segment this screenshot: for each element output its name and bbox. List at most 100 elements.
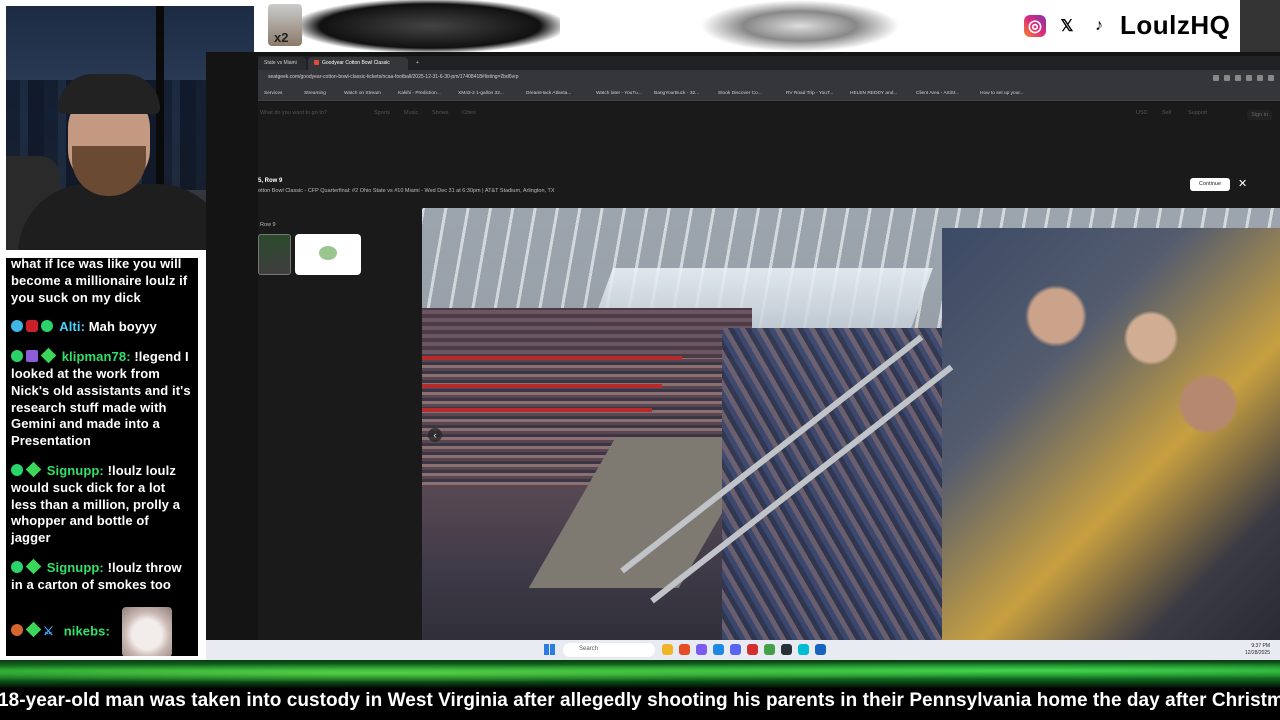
taskbar-apps — [662, 644, 826, 655]
continue-button[interactable]: Continue — [1190, 178, 1230, 191]
mod-badge-icon — [11, 463, 23, 476]
view-thumbnail-stadium[interactable] — [258, 234, 291, 275]
chat-message: ⚔ nikebs: — [11, 606, 192, 656]
mod-badge-icon — [11, 560, 23, 573]
chat-message: Signupp: !loulz throw in a carton of smo… — [11, 558, 192, 594]
bookmark[interactable]: Stook Discover Co... — [718, 91, 762, 96]
streamer-body — [18, 184, 228, 250]
chat-username[interactable]: Signupp: — [47, 463, 104, 478]
nav-shows[interactable]: Shows — [432, 110, 449, 116]
stream-layout: x2 ◎ 𝕏 ♪ LoulzHQ what if Ice was like yo… — [0, 0, 1280, 720]
app-icon[interactable] — [747, 644, 758, 655]
chat-message: what if Ice was like you will become a m… — [11, 256, 192, 306]
nav-support[interactable]: Support — [1188, 110, 1207, 116]
extension-icon[interactable] — [1224, 75, 1230, 81]
chat-username[interactable]: Signupp: — [47, 560, 104, 575]
extension-icons — [1213, 75, 1274, 81]
taskbar-search[interactable]: Search — [563, 643, 655, 657]
founder-badge-icon — [11, 623, 23, 636]
address-row: seatgeek.com/goodyear-cotton-bowl-classi… — [258, 70, 1280, 88]
cat-emote-icon — [121, 606, 172, 656]
chat-message: Signupp: !loulz loulz would suck dick fo… — [11, 461, 192, 547]
diamond-badge-icon — [25, 621, 42, 638]
diamond-badge-icon — [25, 461, 42, 478]
instagram-icon: ◎ — [1024, 14, 1046, 37]
bookmark[interactable]: HELEN REDDY and... — [850, 91, 897, 96]
close-icon[interactable]: ✕ — [1238, 177, 1247, 190]
discord-icon[interactable] — [730, 644, 741, 655]
chat-username[interactable]: nikebs: — [64, 623, 110, 638]
bookmark[interactable]: Watch later - YouTu... — [596, 91, 642, 96]
brand-name: LoulzHQ — [1120, 10, 1231, 40]
chat-message: klipman78: !legend I looked at the work … — [11, 347, 192, 450]
ribbon-board — [422, 356, 682, 360]
extension-icon[interactable] — [1235, 75, 1241, 81]
seat-title: 5, Row 9 — [258, 178, 283, 184]
seat-view-panorama[interactable]: V2 ‹ › — [422, 208, 1280, 660]
app-icon[interactable] — [696, 644, 707, 655]
sign-in-button[interactable]: Sign in — [1247, 110, 1272, 120]
social-links: ◎ 𝕏 ♪ LoulzHQ — [1024, 10, 1230, 41]
bookmark[interactable]: Watch on Stream — [344, 91, 381, 96]
bookmark[interactable]: Streaming — [304, 91, 326, 96]
splash-graphic — [700, 0, 900, 52]
chat-text: Mah boyyy — [88, 319, 157, 335]
seatgeek-page: What do you want to go to? Sports Music … — [258, 102, 1280, 660]
tab-label: State vs Miami — [264, 60, 297, 66]
x-icon: 𝕏 — [1060, 17, 1074, 35]
multiplier-badge: x2 — [274, 30, 289, 45]
extension-icon[interactable] — [1257, 75, 1263, 81]
chat-panel: what if Ice was like you will become a m… — [4, 256, 200, 658]
bookmark[interactable]: RV Road Trip - YouT... — [786, 91, 833, 96]
mod-badge-icon — [11, 350, 23, 363]
streamer-cap — [58, 74, 160, 114]
new-tab-button[interactable]: + — [410, 57, 422, 70]
system-clock[interactable]: 9:37 PM 12/28/2025 — [1245, 643, 1270, 656]
chat-message: Alti: Mah boyyy — [11, 319, 192, 336]
windows-taskbar: Search 9:37 PM 12/28/2025 — [206, 640, 1280, 660]
nav-currency[interactable]: USD — [1136, 110, 1148, 116]
bookmark[interactable]: How to set up your... — [980, 91, 1024, 96]
bookmark[interactable]: Kalshi - Prediction... — [398, 91, 441, 96]
nav-cities[interactable]: Cities — [462, 110, 476, 116]
obs-icon[interactable] — [781, 644, 792, 655]
windows-start-icon[interactable] — [544, 644, 555, 655]
url-field[interactable]: seatgeek.com/goodyear-cotton-bowl-classi… — [268, 74, 519, 80]
view-thumbnail-map[interactable] — [295, 234, 361, 275]
browser-tab-active[interactable]: Goodyear Cotton Bowl Classic — [308, 57, 408, 70]
extension-icon[interactable] — [1268, 75, 1274, 81]
app-icon[interactable] — [815, 644, 826, 655]
bookmark[interactable]: Client Area - ArtiSt... — [916, 91, 959, 96]
clock-date: 12/28/2025 — [1244, 649, 1270, 656]
app-icon[interactable] — [798, 644, 809, 655]
site-search-input[interactable]: What do you want to go to? — [260, 110, 327, 116]
bookmark[interactable]: BangYourBuck - 32... — [654, 91, 699, 96]
nav-sell[interactable]: Sell — [1162, 110, 1171, 116]
news-ticker-text: 18-year-old man was taken into custody i… — [0, 690, 1280, 711]
chat-text: what if Ice was like you will become a m… — [11, 256, 188, 305]
nav-music[interactable]: Music — [404, 110, 418, 116]
bookmark[interactable]: Services — [264, 91, 282, 96]
bookmarks-bar: Services Streaming Watch on Stream Kalsh… — [258, 88, 1280, 101]
browser-tab[interactable]: State vs Miami — [258, 57, 306, 70]
file-explorer-icon[interactable] — [662, 644, 673, 655]
splash-graphic — [300, 0, 560, 52]
nav-sports[interactable]: Sports — [374, 110, 390, 116]
extension-icon[interactable] — [1246, 75, 1252, 81]
browser-tabstrip: State vs Miami Goodyear Cotton Bowl Clas… — [258, 56, 1280, 70]
splash-graphic — [1240, 0, 1280, 52]
tab-label: Goodyear Cotton Bowl Classic — [322, 60, 390, 66]
previous-view-arrow-icon[interactable]: ‹ — [428, 428, 442, 442]
chat-username[interactable]: klipman78: — [62, 349, 131, 364]
extension-icon[interactable] — [1213, 75, 1219, 81]
chat-username[interactable]: Alti: — [59, 319, 85, 334]
seatgeek-favicon-icon — [314, 60, 319, 65]
diamond-badge-icon — [25, 558, 42, 575]
app-icon[interactable] — [764, 644, 775, 655]
app-icon[interactable] — [713, 644, 724, 655]
verified-badge-icon — [11, 320, 23, 333]
brave-icon[interactable] — [679, 644, 690, 655]
bookmark[interactable]: XM43-2 1-gallon 32... — [458, 91, 504, 96]
diamond-badge-icon — [40, 347, 57, 364]
bookmark[interactable]: DreamHack Atlanta... — [526, 91, 571, 96]
